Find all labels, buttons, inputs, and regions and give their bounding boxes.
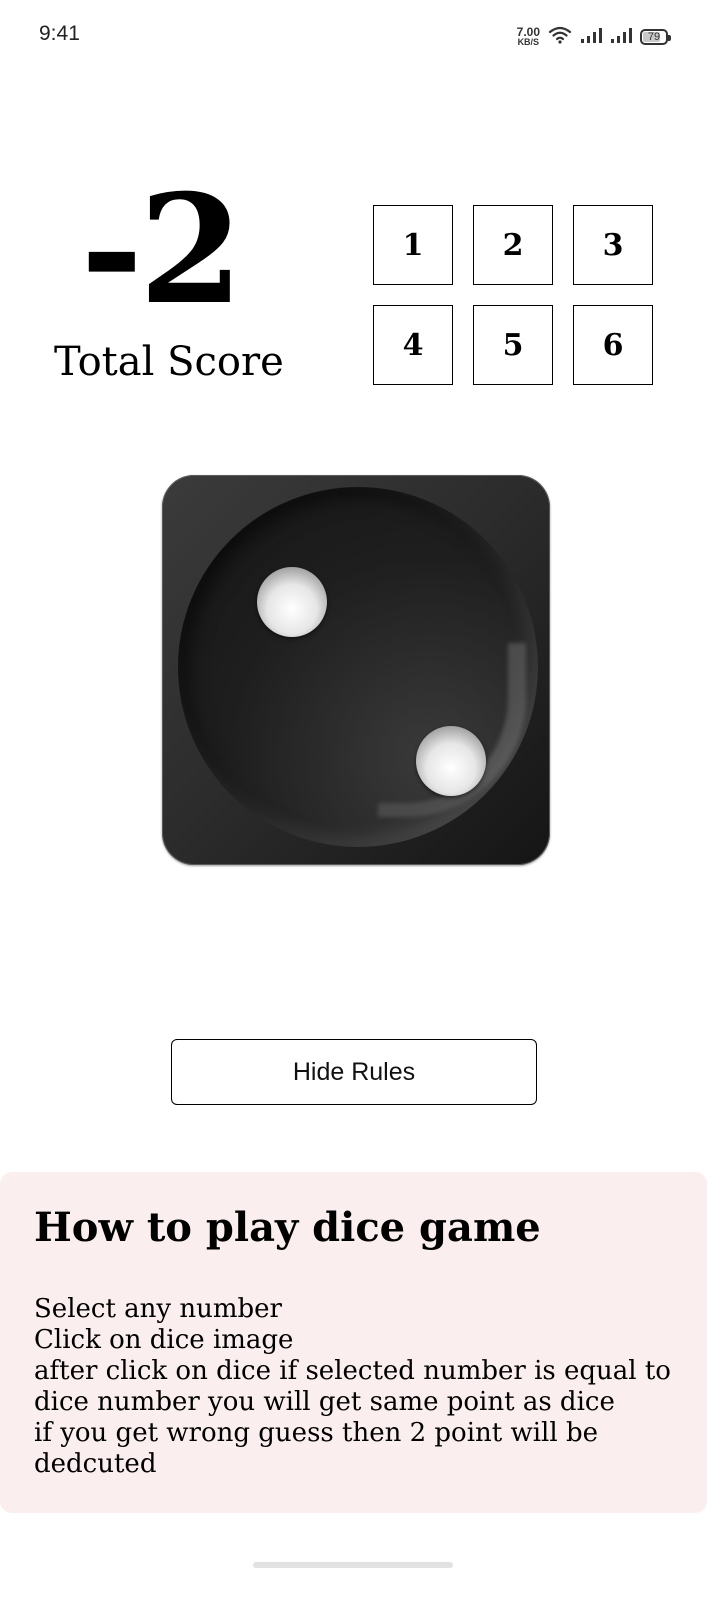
status-icons: 7.00 KB/S 79 bbox=[516, 24, 671, 50]
wifi-icon bbox=[548, 26, 572, 48]
battery-icon: 79 bbox=[640, 29, 671, 45]
rule-line: after click on dice if selected number i… bbox=[34, 1356, 671, 1386]
status-time: 9:41 bbox=[39, 22, 80, 45]
network-speed-unit: KB/S bbox=[517, 37, 540, 47]
home-indicator bbox=[253, 1562, 453, 1568]
signal-icon bbox=[580, 26, 602, 48]
hide-rules-button[interactable]: Hide Rules bbox=[171, 1039, 537, 1105]
rule-line: Select any number bbox=[34, 1294, 282, 1324]
number-button-1[interactable]: 1 bbox=[373, 205, 453, 285]
dice-image[interactable] bbox=[162, 475, 550, 865]
number-button-5[interactable]: 5 bbox=[473, 305, 553, 385]
number-button-2[interactable]: 2 bbox=[473, 205, 553, 285]
battery-level: 79 bbox=[647, 31, 661, 43]
rules-title: How to play dice game bbox=[34, 1204, 541, 1251]
total-score-label: Total Score bbox=[54, 339, 284, 385]
number-button-4[interactable]: 4 bbox=[373, 305, 453, 385]
rules-list: Select any number Click on dice image af… bbox=[34, 1294, 673, 1480]
rule-line: dedcuted bbox=[34, 1449, 157, 1479]
dice-face bbox=[178, 487, 538, 847]
dice-pip bbox=[416, 726, 486, 796]
rule-line: Click on dice image bbox=[34, 1325, 294, 1355]
network-speed-value: 7.00 bbox=[516, 25, 540, 39]
number-selector: 1 2 3 4 5 6 bbox=[373, 205, 653, 385]
dice-pip bbox=[257, 567, 327, 637]
network-speed: 7.00 KB/S bbox=[516, 25, 540, 47]
rules-panel: How to play dice game Select any number … bbox=[0, 1172, 707, 1513]
number-button-6[interactable]: 6 bbox=[573, 305, 653, 385]
signal-icon-2 bbox=[610, 26, 632, 48]
rule-line: dice number you will get same point as d… bbox=[34, 1387, 615, 1417]
number-button-3[interactable]: 3 bbox=[573, 205, 653, 285]
rule-line: if you get wrong guess then 2 point will… bbox=[34, 1418, 598, 1448]
total-score-value: -2 bbox=[80, 162, 244, 338]
